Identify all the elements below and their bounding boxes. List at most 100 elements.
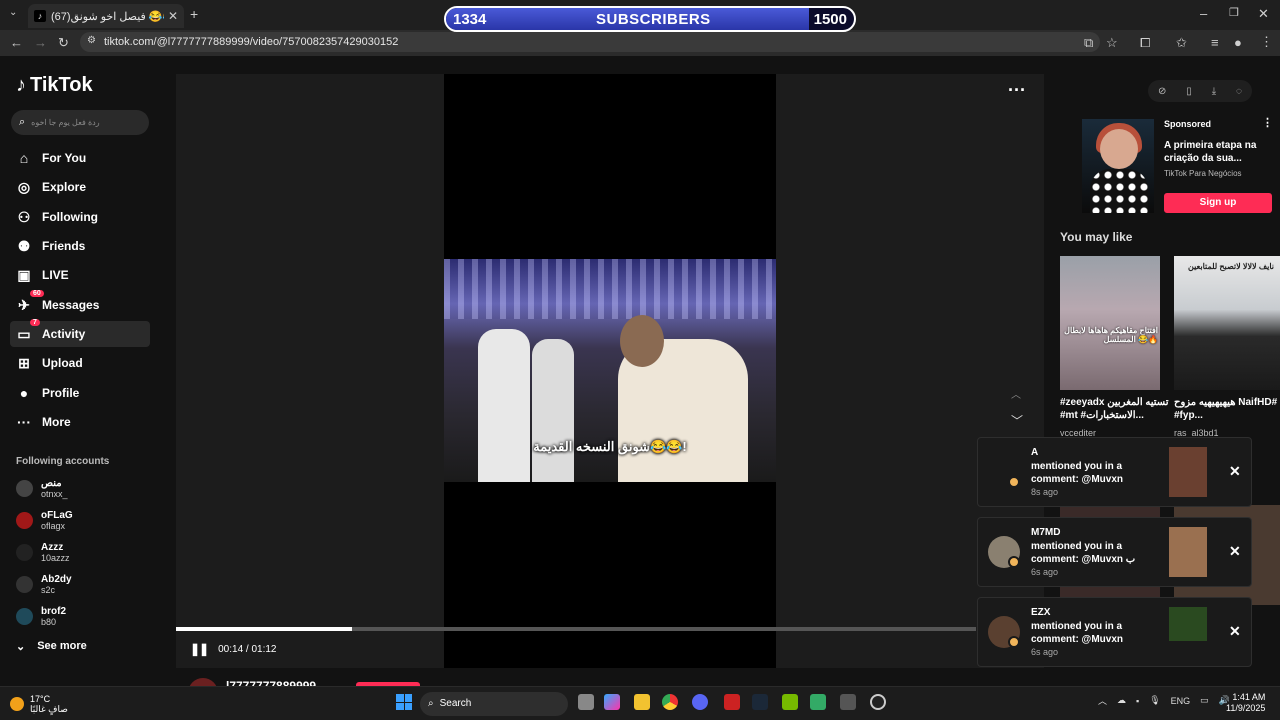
cloud-icon[interactable]: ☁ xyxy=(1117,695,1126,706)
video-toolbar: ⊘ ▯ ⤓ ◌ xyxy=(1148,80,1252,102)
app-icon[interactable] xyxy=(724,694,740,710)
nav-label: Following xyxy=(42,210,98,224)
minimize-icon[interactable]: – xyxy=(1200,6,1207,21)
settings-icon[interactable]: ⊘ xyxy=(1158,86,1166,97)
steam-icon[interactable] xyxy=(752,694,768,710)
site-info-icon[interactable]: ⚙ xyxy=(87,35,96,46)
mention-notification[interactable]: A mentioned you in a comment: @Muvxn 8s … xyxy=(977,437,1252,507)
notification-time: 6s ago xyxy=(1031,567,1059,577)
notification-thumbnail[interactable] xyxy=(1169,447,1207,497)
close-tab-icon[interactable]: ✕ xyxy=(168,9,178,23)
pause-icon[interactable]: ❚❚ xyxy=(190,642,209,656)
following-account[interactable]: brof2 b80 xyxy=(16,606,66,627)
close-window-icon[interactable]: ✕ xyxy=(1258,6,1269,22)
close-icon[interactable]: ✕ xyxy=(1229,463,1241,480)
nav-label: Activity xyxy=(42,327,86,341)
video-controls: ❚❚ 00:14 / 01:12 xyxy=(190,642,277,656)
mention-notification[interactable]: EZX mentioned you in a comment: @Muvxn 6… xyxy=(977,597,1252,667)
download-icon[interactable]: ⤓ xyxy=(1212,86,1216,97)
avatar xyxy=(16,608,33,625)
search-placeholder: ردة فعل يوم جا اخوه xyxy=(31,118,100,127)
device-icon[interactable]: ▯ xyxy=(1186,86,1192,97)
obs-icon[interactable] xyxy=(870,694,886,710)
ad-options-icon[interactable]: ⋮ xyxy=(1262,116,1273,129)
network-icon[interactable]: ▭ xyxy=(1200,695,1209,706)
signup-button[interactable]: Sign up xyxy=(1164,193,1272,213)
search-input[interactable]: ⌕ ردة فعل يوم جا اخوه xyxy=(11,110,149,135)
close-icon[interactable]: ✕ xyxy=(1229,623,1241,640)
nav-profile[interactable]: ● Profile xyxy=(10,380,150,406)
following-account[interactable]: Azzz 10azzz xyxy=(16,542,70,563)
video-frame[interactable]: شونق النسخه القديمة😂😂! xyxy=(444,259,776,482)
ad-title[interactable]: A primeira etapa na criação da sua... xyxy=(1164,139,1274,165)
url-field[interactable]: tiktok.com/@l7777777889999/video/7570082… xyxy=(80,32,1100,52)
extensions-icon[interactable]: ⧠ xyxy=(1140,35,1150,51)
nav-messages[interactable]: ✈ 60 Messages xyxy=(10,290,150,318)
back-icon[interactable]: ← xyxy=(10,35,23,50)
loading-icon[interactable]: ◌ xyxy=(1236,86,1242,97)
recommended-thumbnail[interactable]: نايف لالالا لاتصبح للمتابعين xyxy=(1174,256,1280,390)
following-account[interactable]: oFLaG oflagx xyxy=(16,510,73,531)
clock-date: 11/9/2025 xyxy=(1226,703,1266,713)
app-tray-icon[interactable]: ▪ xyxy=(1136,696,1139,706)
nav-more[interactable]: ··· More xyxy=(10,409,150,435)
nav-explore[interactable]: ◎ Explore xyxy=(10,174,150,200)
chrome-icon[interactable] xyxy=(662,694,678,710)
reading-list-icon[interactable]: ≡ xyxy=(1211,35,1219,50)
next-video-icon[interactable]: ﹀ xyxy=(1011,412,1023,429)
nav-friends[interactable]: ⚉ Friends xyxy=(10,233,150,259)
previous-video-icon[interactable]: ︿ xyxy=(1011,386,1021,401)
notification-thumbnail[interactable] xyxy=(1169,607,1207,641)
nav-label: For You xyxy=(42,151,87,165)
nav-live[interactable]: ▣ LIVE xyxy=(10,262,150,288)
nav-following[interactable]: ⚇ Following xyxy=(10,204,150,230)
taskview-icon[interactable] xyxy=(578,694,594,710)
bookmark-star-icon[interactable]: ☆ xyxy=(1106,35,1118,51)
app-icon[interactable] xyxy=(810,694,826,710)
new-tab-button[interactable]: + xyxy=(190,6,198,22)
nav-activity[interactable]: ▭ 7 Activity xyxy=(10,319,150,347)
recommended-caption[interactable]: #zeeyadx تستيه المغربين #mt #الاستخبارات… xyxy=(1060,396,1172,422)
install-app-icon[interactable]: ⧉ xyxy=(1084,35,1093,51)
file-explorer-icon[interactable] xyxy=(634,694,650,710)
language-indicator[interactable]: ENG xyxy=(1171,696,1191,706)
activity-badge: 7 xyxy=(30,319,40,326)
recommended-caption[interactable]: هيهيهيهيه مزوح NaifHD# #fyp... xyxy=(1174,396,1278,422)
copilot-icon[interactable] xyxy=(604,694,620,710)
ad-image[interactable] xyxy=(1082,119,1154,213)
weather-widget[interactable]: 17°C صافٍ غالبًا xyxy=(10,694,68,714)
tray-chevron-icon[interactable]: ︿ xyxy=(1098,694,1107,707)
following-account[interactable]: منص otnxx_ xyxy=(16,478,68,499)
tiktok-logo[interactable]: ♪ TikTok xyxy=(16,74,93,97)
notification-time: 6s ago xyxy=(1031,647,1059,657)
activity-icon: ▭ xyxy=(17,325,31,342)
see-more-button[interactable]: ⌄ See more xyxy=(16,640,87,653)
recommended-thumbnail[interactable]: افتتاح مقاهيكم هاهاها لابطال المسلسل 😂🔥 xyxy=(1060,256,1160,390)
nvidia-icon[interactable] xyxy=(782,694,798,710)
profile-avatar-icon[interactable]: ● xyxy=(1234,35,1242,50)
taskbar-clock[interactable]: 1:41 AM 11/9/2025 xyxy=(1226,692,1265,714)
close-icon[interactable]: ✕ xyxy=(1229,543,1241,560)
app-icon[interactable] xyxy=(840,694,856,710)
video-more-options-icon[interactable]: ··· xyxy=(1008,80,1026,101)
reload-icon[interactable]: ↻ xyxy=(58,35,69,51)
mic-icon[interactable]: 🎙 xyxy=(1149,695,1160,706)
avatar xyxy=(16,576,33,593)
browser-menu-icon[interactable]: ⋮ xyxy=(1260,34,1273,50)
nav-upload[interactable]: ⊞ Upload xyxy=(10,350,150,376)
tab-list-chevron-icon[interactable]: ⌄ xyxy=(9,7,17,18)
taskbar-search[interactable]: ⌕ Search xyxy=(420,692,568,716)
search-icon: ⌕ xyxy=(19,116,26,128)
nav-for-you[interactable]: ⌂ For You xyxy=(10,145,150,171)
video-progress-bar[interactable] xyxy=(176,627,976,631)
favorites-icon[interactable]: ✩ xyxy=(1176,35,1187,51)
windows-start-icon[interactable] xyxy=(396,694,412,710)
following-account[interactable]: Ab2dy s2c xyxy=(16,574,72,595)
mention-notification[interactable]: M7MD mentioned you in a comment: @Muvxn … xyxy=(977,517,1252,587)
notification-thumbnail[interactable] xyxy=(1169,527,1207,577)
restore-icon[interactable]: ❐ xyxy=(1229,6,1239,19)
forward-icon[interactable]: → xyxy=(34,35,47,50)
subscriber-goal-bar: 1334 SUBSCRIBERS 1500 xyxy=(444,6,856,32)
browser-tab[interactable]: ♪ (67)فيصل اخو شونق 😂😂🔊 ✕ xyxy=(28,4,184,28)
discord-icon[interactable] xyxy=(692,694,708,710)
